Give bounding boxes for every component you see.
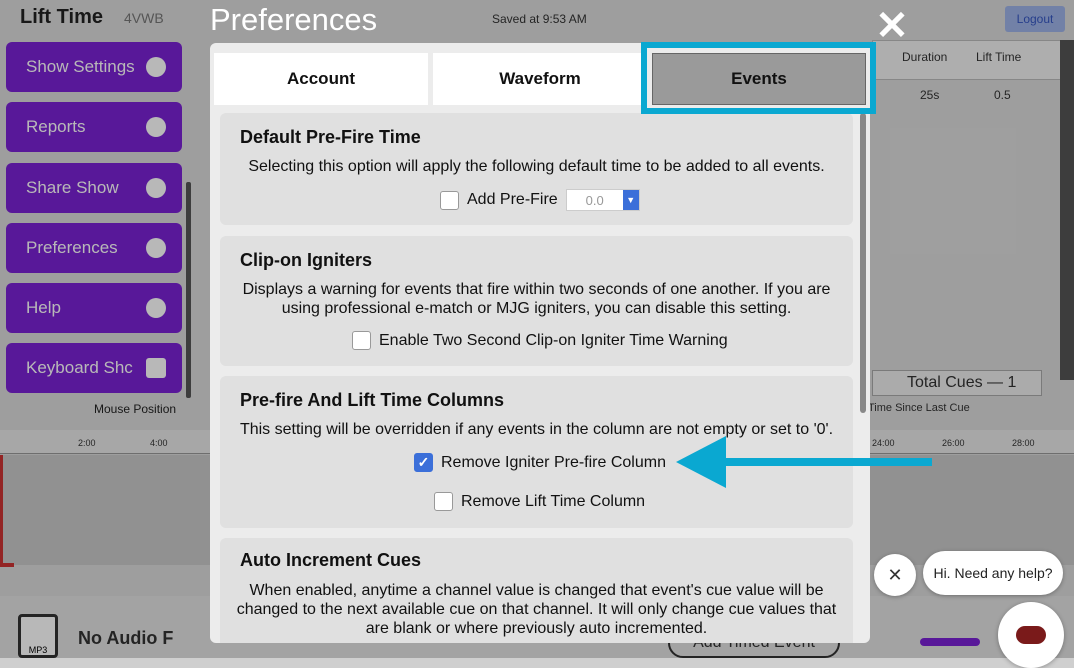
remove-prefire-column-row: ✓ Remove Igniter Pre-fire Column: [414, 453, 666, 472]
section-heading: Pre-fire And Lift Time Columns: [240, 390, 505, 410]
section-description: Displays a warning for events that fire …: [242, 281, 831, 317]
section-description: Selecting this option will apply the fol…: [248, 158, 825, 175]
section-heading: Default Pre-Fire Time: [240, 127, 421, 147]
events-settings: Default Pre-Fire Time Selecting this opt…: [220, 113, 853, 643]
tab-account[interactable]: Account: [214, 53, 428, 105]
clipon-warning-row: Enable Two Second Clip-on Igniter Time W…: [352, 331, 728, 350]
prefire-time-value: 0.0: [585, 192, 604, 208]
autoinc-section: Auto Increment Cues When enabled, anytim…: [220, 538, 853, 643]
modal-scrollbar[interactable]: [860, 113, 866, 413]
prefire-section: Default Pre-Fire Time Selecting this opt…: [220, 113, 853, 225]
remove-lift-time-column-checkbox[interactable]: [434, 492, 453, 511]
clipon-warning-label: Enable Two Second Clip-on Igniter Time W…: [379, 331, 728, 349]
preferences-modal: Account Waveform Events Default Pre-Fire…: [210, 43, 870, 643]
close-icon[interactable]: ✕: [872, 6, 912, 48]
remove-lift-time-column-label: Remove Lift Time Column: [461, 492, 646, 510]
chat-launcher-button[interactable]: [998, 602, 1064, 668]
add-prefire-row: Add Pre-Fire 0.0 ▼: [440, 189, 640, 211]
remove-lift-time-column-row: Remove Lift Time Column: [434, 492, 645, 511]
chat-greeting[interactable]: Hi. Need any help?: [923, 551, 1063, 595]
tab-waveform[interactable]: Waveform: [433, 53, 647, 105]
pointer-arrow-icon: [676, 436, 932, 488]
section-heading: Clip-on Igniters: [240, 250, 372, 270]
section-heading: Auto Increment Cues: [240, 550, 422, 570]
chevron-down-icon: ▼: [622, 190, 639, 210]
modal-title: Preferences: [210, 2, 378, 37]
add-prefire-checkbox[interactable]: [440, 190, 459, 210]
clipon-section: Clip-on Igniters Displays a warning for …: [220, 236, 853, 366]
section-description: When enabled, anytime a channel value is…: [236, 582, 837, 637]
chat-close-icon[interactable]: ✕: [874, 554, 916, 596]
clipon-warning-checkbox[interactable]: [352, 331, 371, 350]
chat-bubble-icon: [1016, 626, 1046, 644]
remove-prefire-column-checkbox[interactable]: ✓: [414, 453, 433, 472]
tab-highlight-box: [641, 42, 876, 114]
add-prefire-label: Add Pre-Fire: [467, 191, 558, 208]
remove-prefire-column-label: Remove Igniter Pre-fire Column: [441, 453, 666, 471]
prefire-time-select[interactable]: 0.0 ▼: [565, 189, 640, 211]
